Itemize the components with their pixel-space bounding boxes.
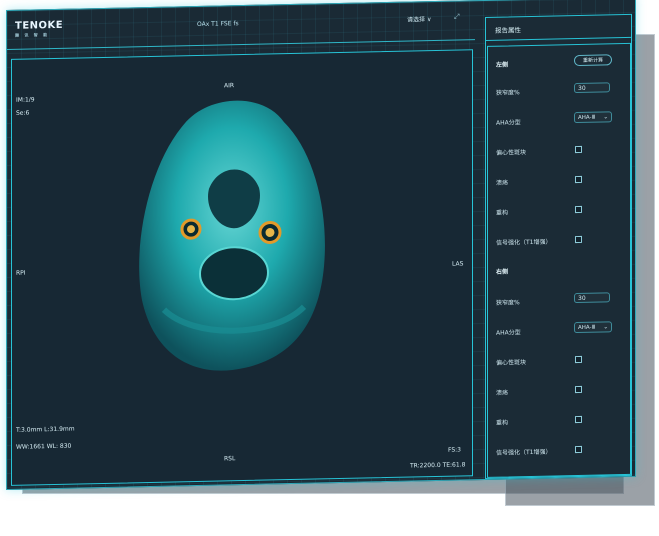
series-select[interactable]: 请选择 ∨ [407, 14, 431, 24]
left-aha-label: AHA分型 [496, 119, 521, 127]
expand-icon[interactable]: ⤢ [454, 12, 460, 21]
right-aha-value: AHA-Ⅲ [578, 324, 596, 332]
left-eccentric-label: 偏心性斑块 [496, 149, 527, 157]
recalculate-button[interactable]: 重新计算 [574, 54, 612, 67]
series-select-label: 请选择 [407, 16, 426, 24]
left-stenosis-label: 狭窄度% [496, 89, 520, 97]
report-properties: 左侧 重新计算 狭窄度% 30 AHA分型 AHA-Ⅲ ⌄ 偏心性斑块 溃疡 重… [487, 42, 631, 478]
right-remodel-label: 重构 [496, 419, 509, 427]
right-aha-select[interactable]: AHA-Ⅲ ⌄ [574, 321, 612, 334]
vertebra [199, 246, 269, 301]
right-signal-label: 信号强化（T1增强） [496, 448, 552, 457]
sidebar-title-bar: 报告属性 [486, 14, 631, 41]
right-stenosis-input[interactable]: 30 [574, 292, 610, 304]
left-aha-value: AHA-Ⅲ [578, 114, 596, 122]
tr-te-value: TR:2200.0 TE:61.8 [410, 461, 466, 470]
mri-scan-image [139, 100, 325, 371]
left-ulcer-checkbox[interactable] [575, 175, 582, 184]
right-eccentric-checkbox[interactable] [575, 355, 582, 364]
orientation-bottom: RSL [224, 455, 236, 463]
logo: TENOKE 腾 讯 智 能 [15, 20, 63, 39]
orientation-left: RPI [16, 269, 26, 277]
app-window: TENOKE 腾 讯 智 能 OAx T1 FSE fs 请选择 ∨ ⤢ IM:… [6, 0, 636, 491]
left-signal-checkbox[interactable] [575, 235, 582, 244]
chevron-down-icon: ⌄ [603, 324, 608, 331]
chevron-down-icon: ∨ [426, 16, 432, 24]
left-side-header: 左侧 [496, 61, 509, 69]
window-level: WW:1661 WL: 830 [16, 442, 72, 451]
left-eccentric-checkbox[interactable] [575, 145, 582, 154]
logo-text: TENOKE [15, 19, 64, 32]
right-ulcer-label: 溃疡 [496, 389, 509, 397]
right-side-header: 右侧 [496, 268, 509, 276]
fs-value: FS:3 [448, 446, 461, 454]
left-signal-label: 信号强化（T1增强） [496, 238, 552, 247]
right-remodel-checkbox[interactable] [575, 415, 582, 424]
right-ulcer-checkbox[interactable] [575, 385, 582, 394]
left-remodel-checkbox[interactable] [575, 205, 582, 214]
left-ulcer-label: 溃疡 [496, 179, 509, 187]
left-aha-select[interactable]: AHA-Ⅲ ⌄ [574, 111, 612, 124]
chevron-down-icon: ⌄ [603, 114, 608, 121]
series-title: OAx T1 FSE fs [197, 20, 239, 28]
series-number: Se:6 [16, 109, 30, 117]
top-bar: TENOKE 腾 讯 智 能 OAx T1 FSE fs 请选择 ∨ ⤢ [7, 1, 475, 50]
right-aha-label: AHA分型 [496, 329, 521, 337]
report-sidebar: 报告属性 左侧 重新计算 狭窄度% 30 AHA分型 AHA-Ⅲ ⌄ 偏心性斑块… [485, 13, 632, 479]
orientation-top: AIR [224, 82, 235, 90]
image-viewer[interactable]: IM:1/9 Se:6 AIR RPI LAS RSL T:3.0mm L:31… [11, 49, 473, 486]
right-stenosis-label: 狭窄度% [496, 299, 520, 307]
left-remodel-label: 重构 [496, 209, 509, 217]
logo-subtext: 腾 讯 智 能 [15, 32, 50, 38]
slice-thickness: T:3.0mm L:31.9mm [16, 425, 75, 434]
image-index: IM:1/9 [16, 96, 35, 104]
sidebar-title: 报告属性 [495, 26, 521, 35]
left-stenosis-input[interactable]: 30 [574, 82, 610, 94]
right-signal-checkbox[interactable] [575, 445, 582, 454]
right-eccentric-label: 偏心性斑块 [496, 359, 527, 367]
orientation-right: LAS [452, 260, 464, 268]
